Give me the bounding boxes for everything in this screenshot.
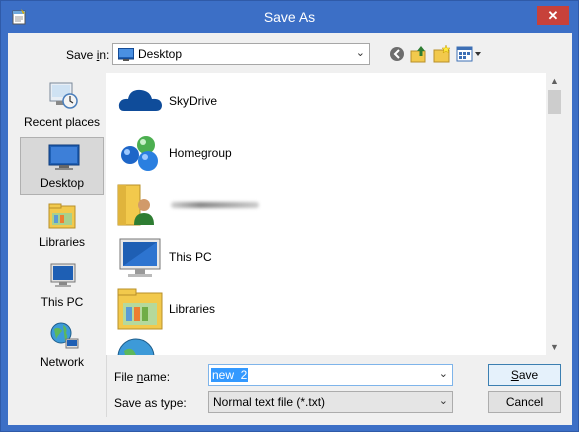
close-button[interactable]: ✕ — [537, 6, 569, 25]
place-desktop[interactable]: Desktop — [20, 137, 104, 195]
new-folder-icon[interactable] — [433, 45, 451, 63]
save-in-label: Save in: — [66, 48, 110, 62]
scroll-thumb[interactable] — [548, 90, 561, 114]
vertical-scrollbar[interactable]: ▲ ▼ — [546, 73, 563, 355]
chevron-down-icon[interactable]: ⌄ — [439, 367, 448, 380]
list-item-user-folder[interactable] — [116, 181, 536, 229]
this-pc-icon — [119, 238, 161, 277]
place-recent-places[interactable]: Recent places — [20, 77, 104, 135]
file-name-label: File name: — [114, 370, 171, 384]
network-icon — [117, 338, 155, 355]
file-list[interactable]: SkyDrive Homegroup This PC Libraries — [106, 73, 546, 355]
place-libraries[interactable]: Libraries — [20, 197, 104, 255]
libraries-icon — [117, 288, 163, 330]
file-name: This PC — [169, 250, 212, 264]
place-label: This PC — [40, 295, 84, 309]
up-folder-icon[interactable] — [410, 45, 428, 63]
save-in-dropdown[interactable]: Desktop ⌄ — [112, 43, 370, 65]
title-bar[interactable]: Save As ✕ — [1, 1, 578, 33]
chevron-down-icon: ⌄ — [438, 395, 448, 407]
chevron-down-icon: ⌄ — [355, 47, 365, 59]
homegroup-icon — [121, 136, 158, 171]
view-menu-icon[interactable] — [456, 45, 482, 63]
dialog-body: Save in: Desktop ⌄ Recent places Desktop… — [8, 33, 572, 425]
redacted-file-name — [171, 202, 259, 208]
file-name-field[interactable]: new 2 ⌄ — [208, 364, 453, 386]
list-item-homegroup[interactable]: Homegroup — [116, 129, 536, 177]
save-as-dialog: Save As ✕ Save in: Desktop ⌄ Recent plac… — [0, 0, 579, 432]
scroll-down-arrow-icon[interactable]: ▼ — [546, 339, 563, 355]
file-name: SkyDrive — [169, 94, 218, 108]
save-in-value: Desktop — [138, 47, 183, 61]
list-item-network[interactable] — [116, 337, 536, 355]
places-bar: Recent places Desktop Libraries This PC … — [18, 73, 107, 417]
save-as-type-label: Save as type: — [114, 396, 187, 410]
file-name-value: new 2 — [211, 368, 249, 382]
save-as-type-dropdown[interactable]: Normal text file (*.txt) ⌄ — [208, 391, 453, 413]
recent-places-icon — [49, 82, 78, 109]
libraries-icon — [48, 203, 76, 229]
cancel-button[interactable]: Cancel — [488, 391, 561, 413]
place-network[interactable]: Network — [20, 317, 104, 375]
user-folder-icon — [117, 184, 154, 226]
place-this-pc[interactable]: This PC — [20, 257, 104, 315]
this-pc-icon — [50, 263, 76, 287]
save-button[interactable]: Save — [488, 364, 561, 386]
skydrive-icon — [118, 89, 162, 111]
desktop-icon — [118, 48, 134, 61]
window-title: Save As — [263, 9, 316, 25]
scroll-up-arrow-icon[interactable]: ▲ — [546, 73, 563, 89]
file-name: Libraries — [169, 302, 216, 316]
place-label: Network — [39, 355, 84, 369]
network-icon — [50, 322, 79, 349]
back-icon[interactable] — [389, 45, 405, 63]
place-label: Desktop — [39, 176, 85, 190]
save-as-type-value: Normal text file (*.txt) — [213, 395, 326, 409]
list-item-this-pc[interactable]: This PC — [116, 233, 536, 281]
desktop-icon — [48, 144, 80, 170]
list-item-skydrive[interactable]: SkyDrive — [116, 77, 536, 125]
list-item-libraries[interactable]: Libraries — [116, 285, 536, 333]
place-label: Recent places — [23, 115, 101, 129]
file-name: Homegroup — [169, 146, 232, 160]
place-label: Libraries — [38, 235, 86, 249]
